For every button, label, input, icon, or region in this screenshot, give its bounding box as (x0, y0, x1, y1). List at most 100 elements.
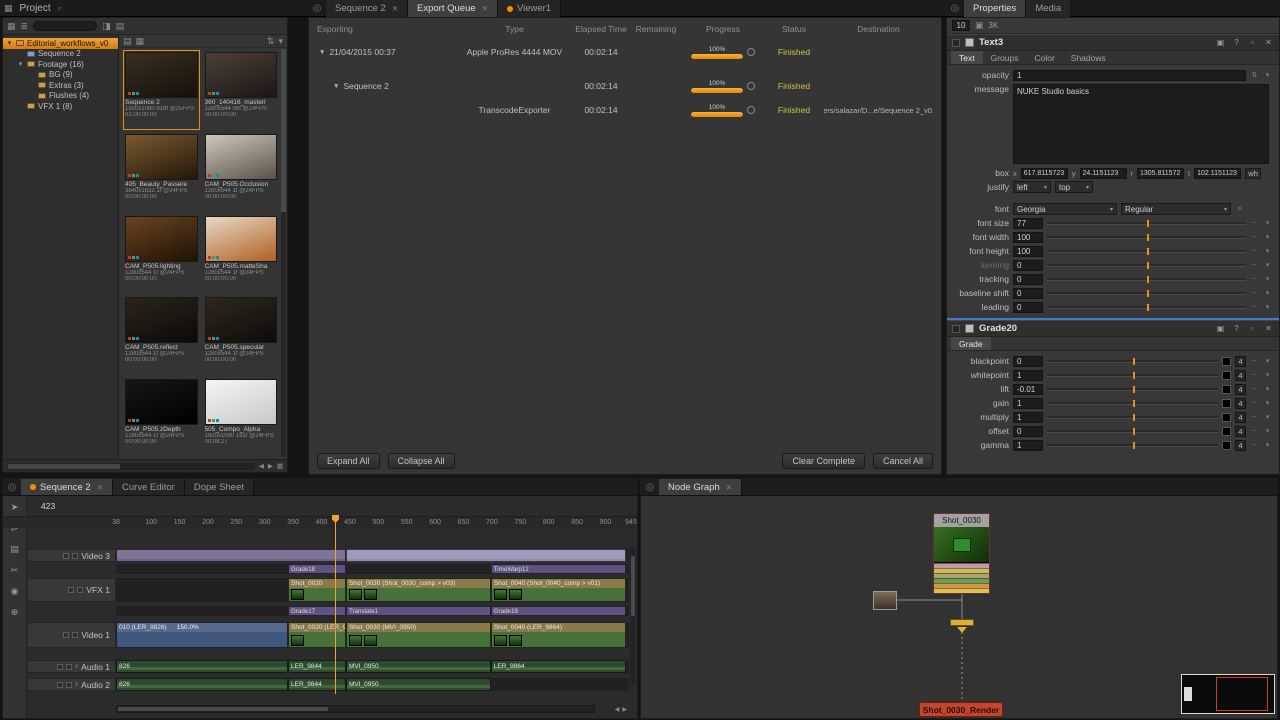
node-shot-0030-stack[interactable]: Shot_0030 (933, 513, 990, 594)
expand-all-button[interactable]: Expand All (317, 453, 380, 469)
node-source-thumbnail[interactable] (873, 591, 897, 610)
tab-dope-sheet[interactable]: Dope Sheet (184, 479, 255, 495)
tab-viewer1[interactable]: Viewer1 (497, 0, 562, 17)
page-right-icon[interactable]: ▶ (268, 462, 273, 470)
track-header-audio-2[interactable]: ♪ Audio 2 (27, 678, 116, 691)
scroll-thumb[interactable] (8, 463, 120, 469)
timeline-vertical-scrollbar[interactable] (630, 546, 636, 686)
knob-slider[interactable] (1047, 219, 1246, 227)
cancel-circle-icon[interactable] (747, 82, 755, 90)
close-icon[interactable]: ✕ (97, 483, 103, 492)
color-swatch[interactable] (1222, 426, 1231, 436)
spinner-icon[interactable]: ⇅ (1250, 71, 1259, 79)
close-icon[interactable]: ✕ (726, 483, 732, 492)
knob-slider[interactable] (1047, 261, 1246, 269)
node-graph-minimap[interactable] (1181, 674, 1275, 714)
clear-complete-button[interactable]: Clear Complete (782, 453, 865, 469)
node-graph-body[interactable]: Shot_0030 Shot_0030_Render (641, 496, 1277, 718)
knob-value-input[interactable]: 0 (1013, 287, 1043, 299)
close-icon[interactable]: ✕ (482, 4, 488, 13)
bin-clip-cam-p505-mattesha[interactable]: CAM_P505.matteSha 1280x544 1f @24FPS 00:00… (203, 214, 280, 294)
export-row[interactable]: TranscodeExporter 00:02:14 100% Finished/Us… (309, 98, 941, 122)
close-icon[interactable]: ✕ (392, 4, 398, 13)
playhead-line[interactable] (335, 522, 336, 694)
page-left-icon[interactable]: ◀ (259, 462, 264, 470)
knob-slider[interactable] (1047, 289, 1246, 297)
clip-mvi-0950[interactable]: MVI_0950 (345, 678, 491, 691)
clip-ler-9844[interactable]: LER_9844 (288, 660, 346, 673)
node-enable-checkbox[interactable] (952, 38, 960, 47)
clip-826[interactable]: 826 (116, 660, 289, 673)
animation-menu-icon[interactable]: ▾ (1263, 413, 1272, 421)
knob-slider[interactable] (1047, 441, 1218, 449)
clip-unnamed[interactable] (116, 549, 346, 562)
animation-menu-icon[interactable]: ▾ (1263, 247, 1272, 255)
clip-ler-9844[interactable]: LER_9844 (288, 678, 346, 691)
node-color-chip[interactable] (965, 324, 974, 333)
detail-view-icon[interactable]: ▤ (116, 21, 125, 31)
max-panels-input[interactable]: 10 (952, 20, 970, 31)
animation-menu-icon[interactable]: ▾ (1263, 71, 1272, 79)
clip-shot-0020[interactable]: Shot_0020 (288, 578, 346, 602)
track-lock-icon[interactable] (72, 632, 79, 638)
bin-settings-icon[interactable]: ▾ (278, 36, 283, 46)
timeline-tool-icon-0[interactable]: ➤ (11, 502, 19, 513)
track-toggle-icon[interactable] (56, 681, 63, 688)
pane-menu-icon[interactable]: ◎ (3, 479, 21, 495)
track-toggle-icon[interactable] (63, 552, 70, 559)
knob-slider[interactable] (1047, 385, 1218, 393)
close-icon[interactable]: ✕ (1263, 38, 1274, 47)
clip-translate1[interactable]: Translate1 (345, 606, 491, 616)
knob-slider[interactable] (1047, 427, 1218, 435)
color-swatch[interactable] (1222, 370, 1231, 380)
export-row[interactable]: ▼ Sequence 2 00:02:14 100% Finished (309, 74, 941, 98)
current-frame[interactable]: 423 (41, 501, 55, 511)
channels-button[interactable]: 4 (1235, 439, 1246, 451)
animation-menu-icon[interactable]: ▾ (1263, 233, 1272, 241)
knob-value-input[interactable]: 100 (1013, 245, 1043, 257)
bin-clip-505-compo-alpha[interactable]: 505_Compo_Alpha 1920x1080 161f @24FPS 00:0… (203, 377, 280, 457)
tree-item-vfx-1-8[interactable]: VFX 1 (8) (3, 101, 118, 112)
font-family-select[interactable]: Georgia ▾ (1013, 203, 1117, 215)
animation-menu-icon[interactable]: ▾ (1263, 427, 1272, 435)
knob-slider[interactable] (1047, 357, 1218, 365)
color-swatch[interactable] (1222, 440, 1231, 450)
node-enable-checkbox[interactable] (952, 324, 960, 333)
tab-properties[interactable]: Properties (964, 0, 1027, 17)
channels-button[interactable]: 4 (1235, 425, 1246, 437)
box-value-input[interactable]: 617.8115723 (1020, 167, 1068, 179)
pane-menu-icon[interactable]: ◎ (641, 479, 659, 495)
bin-clip-cam-p505-occlusion[interactable]: CAM_P505.Occlusion 1280x544 1f @24FPS 00:0… (203, 132, 280, 212)
timeline-ruler[interactable]: 38 100 150 200 250 300 350 400 450 500 550 600 650 70… (3, 516, 637, 528)
track-lock-icon[interactable] (65, 681, 72, 688)
knob-value-input[interactable]: 1 (1013, 369, 1043, 381)
bin-vertical-scrollbar[interactable] (281, 49, 286, 457)
animation-menu-icon[interactable]: ▾ (1263, 441, 1272, 449)
knob-slider[interactable] (1047, 399, 1218, 407)
track-header-vfx-1[interactable]: VFX 1 (27, 578, 116, 602)
tree-item-editorial-workflows-v0[interactable]: ▾ Editorial_workflows_v0 (3, 38, 118, 49)
pane-menu-icon[interactable]: ◎ (946, 0, 964, 17)
split-view-icon[interactable]: ◨ (102, 21, 111, 31)
font-style-select[interactable]: Regular ▾ (1121, 203, 1231, 215)
font-options-icon[interactable]: ≡ (1235, 206, 1244, 213)
pane-menu-icon[interactable]: ◎ (308, 0, 326, 17)
clip-shot-0040-ler-9864[interactable]: Shot_0040 (LER_9864) (490, 622, 626, 648)
clip-grade19[interactable]: Grade19 (490, 606, 626, 616)
help-icon[interactable]: ? (1231, 38, 1242, 47)
tab-node-graph[interactable]: Node Graph ✕ (659, 479, 743, 495)
expander-icon[interactable]: ▾ (6, 39, 13, 47)
animation-menu-icon[interactable]: ▾ (1263, 275, 1272, 283)
track-header-video-1[interactable]: Video 1 (27, 622, 116, 648)
clip-ler-9864[interactable]: LER_9864 (490, 660, 626, 673)
box-value-input[interactable]: 24.1151123 (1079, 167, 1127, 179)
channels-button[interactable]: 4 (1235, 383, 1246, 395)
timeline-horizontal-scrollbar[interactable] (116, 705, 595, 713)
center-panel-icon[interactable]: ▣ (1215, 38, 1226, 47)
scroll-thumb[interactable] (631, 556, 635, 616)
text3-tab-shadows[interactable]: Shadows (1063, 51, 1114, 64)
scroll-thumb[interactable] (118, 707, 328, 711)
color-swatch[interactable] (1222, 398, 1231, 408)
bin-clip-cam-p505-specular[interactable]: CAM_P505.specular 1280x544 1f @24FPS 00:00… (203, 295, 280, 375)
bin-horizontal-scrollbar[interactable] (7, 462, 255, 470)
